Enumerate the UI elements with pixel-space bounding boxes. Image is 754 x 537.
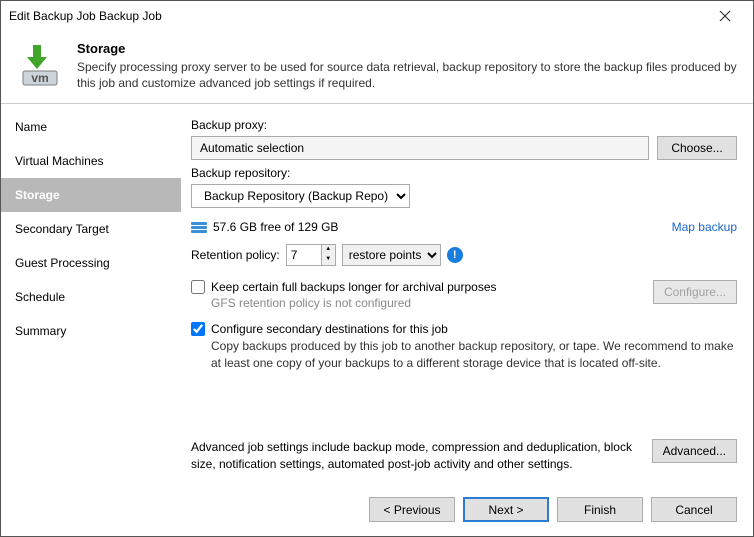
advanced-desc: Advanced job settings include backup mod… [191,439,640,473]
sidebar-item-summary[interactable]: Summary [1,314,181,348]
cancel-button[interactable]: Cancel [651,497,737,522]
repo-label: Backup repository: [191,166,737,180]
gfs-checkbox[interactable] [191,280,205,294]
repo-select[interactable]: Backup Repository (Backup Repo) [191,184,410,208]
sidebar-item-secondary-target[interactable]: Secondary Target [1,212,181,246]
previous-button[interactable]: < Previous [369,497,455,522]
storage-icon: vm [15,41,63,89]
finish-button[interactable]: Finish [557,497,643,522]
advanced-button[interactable]: Advanced... [652,439,737,463]
sidebar-item-guest-processing[interactable]: Guest Processing [1,246,181,280]
gfs-label: Keep certain full backups longer for arc… [211,280,497,294]
info-icon[interactable]: ! [447,247,463,263]
page-header: vm Storage Specify processing proxy serv… [1,31,753,104]
spinner-down-icon[interactable]: ▼ [322,255,335,265]
wizard-sidebar: Name Virtual Machines Storage Secondary … [1,104,181,487]
sidebar-item-virtual-machines[interactable]: Virtual Machines [1,144,181,178]
page-title: Storage [77,41,739,56]
sidebar-item-name[interactable]: Name [1,110,181,144]
retention-unit-select[interactable]: restore points [342,244,441,266]
gfs-subtext: GFS retention policy is not configured [211,296,653,310]
wizard-footer: < Previous Next > Finish Cancel [1,487,753,536]
sidebar-item-schedule[interactable]: Schedule [1,280,181,314]
proxy-input[interactable] [191,136,649,160]
retention-label: Retention policy: [191,248,280,262]
next-button[interactable]: Next > [463,497,549,522]
map-backup-link[interactable]: Map backup [672,220,737,234]
secondary-checkbox[interactable] [191,322,205,336]
choose-button[interactable]: Choose... [657,136,737,160]
disk-stack-icon [191,222,207,233]
retention-value-input[interactable] [287,245,321,265]
configure-gfs-button: Configure... [653,280,737,304]
sidebar-item-storage[interactable]: Storage [1,178,181,212]
window-title: Edit Backup Job Backup Job [9,9,162,23]
svg-text:vm: vm [31,71,48,85]
close-icon[interactable] [705,2,745,30]
secondary-label: Configure secondary destinations for thi… [211,322,448,336]
content-panel: Backup proxy: Choose... Backup repositor… [181,104,753,487]
storage-free-text: 57.6 GB free of 129 GB [213,220,338,234]
proxy-label: Backup proxy: [191,118,737,132]
titlebar: Edit Backup Job Backup Job [1,1,753,31]
page-description: Specify processing proxy server to be us… [77,59,739,91]
secondary-desc: Copy backups produced by this job to ano… [211,338,737,372]
spinner-up-icon[interactable]: ▲ [322,245,335,255]
retention-spinner[interactable]: ▲ ▼ [286,244,336,266]
